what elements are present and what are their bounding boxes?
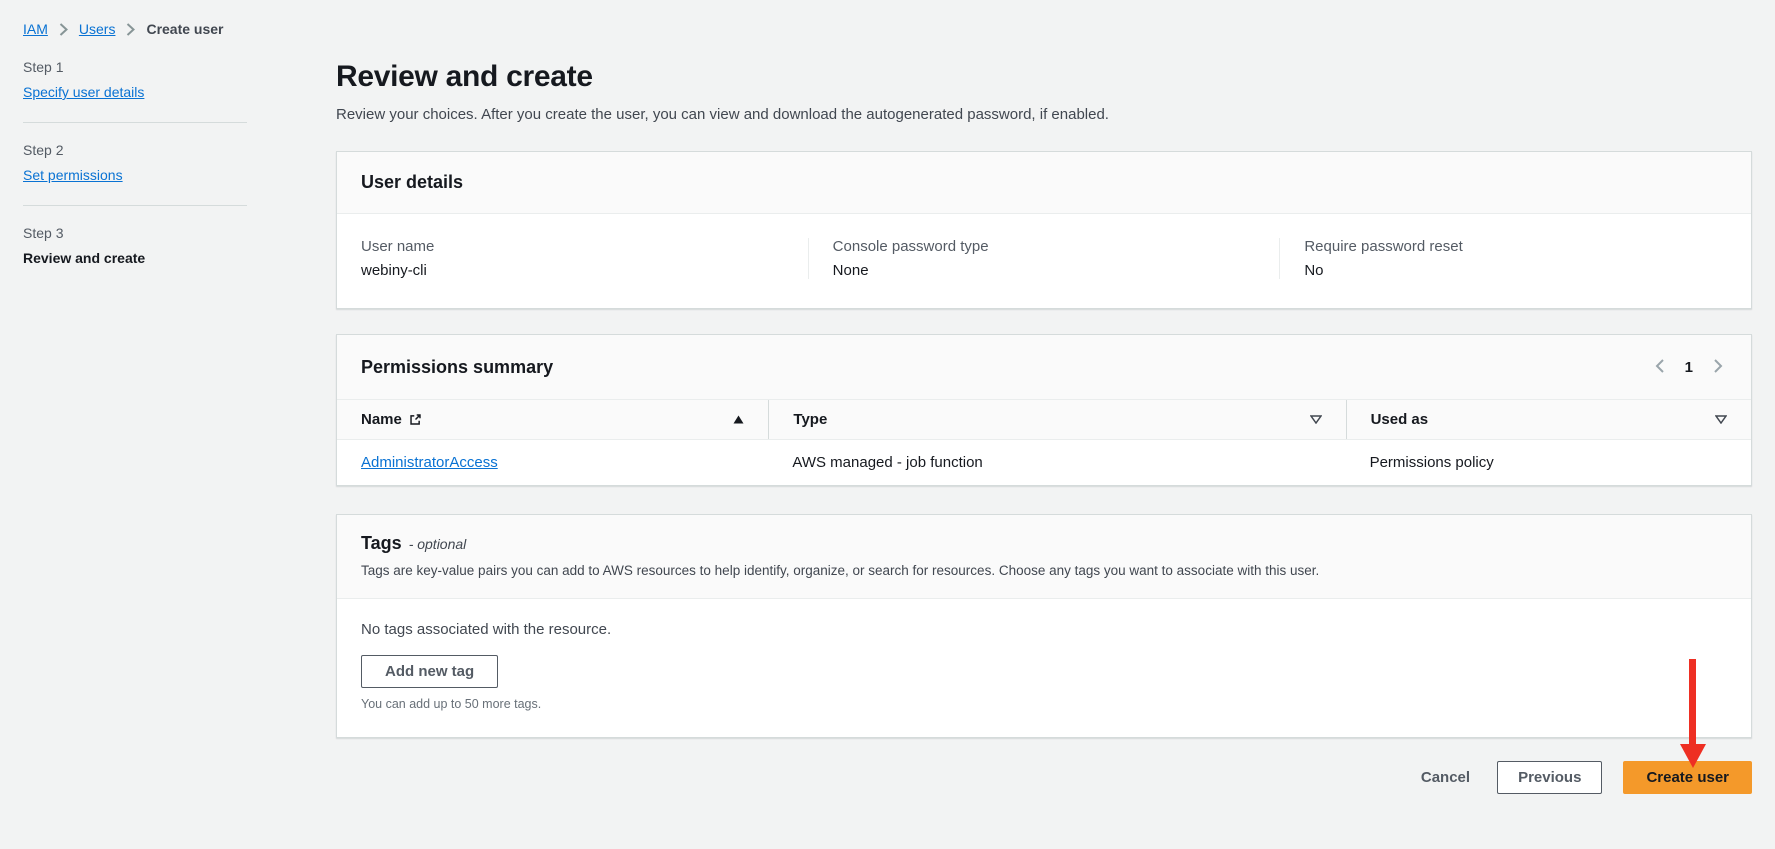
step-2-block: Step 2 Set permissions (23, 122, 247, 205)
filter-dropdown-icon[interactable] (1310, 415, 1322, 424)
tags-empty-text: No tags associated with the resource. (361, 621, 1727, 638)
chevron-left-icon (1653, 358, 1667, 377)
breadcrumb-current: Create user (146, 21, 223, 37)
user-details-body: User name webiny-cli Console password ty… (337, 214, 1751, 308)
tags-limit-note: You can add up to 50 more tags. (361, 697, 1727, 711)
permissions-summary-card: Permissions summary 1 Name (336, 334, 1752, 486)
main-content: Review and create Review your choices. A… (336, 58, 1752, 794)
column-header-used-as[interactable]: Used as (1346, 400, 1751, 439)
tags-header: Tags - optional Tags are key-value pairs… (337, 515, 1751, 599)
page-title: Review and create (336, 58, 1752, 96)
page-description: Review your choices. After you create th… (336, 106, 1752, 123)
chevron-right-icon (126, 23, 135, 36)
permissions-summary-header: Permissions summary 1 (337, 335, 1751, 399)
user-details-header: User details (337, 152, 1751, 214)
policy-type-cell: AWS managed - job function (768, 440, 1345, 485)
policy-name-cell: AdministratorAccess (337, 440, 768, 485)
table-row: AdministratorAccess AWS managed - job fu… (337, 440, 1751, 485)
console-password-type-label: Console password type (833, 238, 1256, 255)
permissions-summary-title: Permissions summary (361, 357, 553, 378)
column-header-name[interactable]: Name (337, 400, 768, 439)
require-password-reset-field: Require password reset No (1279, 238, 1751, 279)
step-3-label: Step 3 (23, 225, 247, 241)
column-header-type[interactable]: Type (768, 400, 1345, 439)
step-2-label: Step 2 (23, 142, 247, 158)
step-1-block: Step 1 Specify user details (23, 57, 247, 122)
user-name-label: User name (361, 238, 784, 255)
sort-ascending-icon[interactable] (733, 415, 744, 424)
step-2-link-set-permissions[interactable]: Set permissions (23, 167, 123, 183)
breadcrumb-link-users[interactable]: Users (79, 21, 116, 37)
tags-optional-suffix: - optional (409, 536, 467, 552)
pagination-next-button[interactable] (1709, 356, 1727, 379)
user-name-field: User name webiny-cli (337, 238, 808, 279)
require-password-reset-value: No (1304, 262, 1727, 279)
step-3-block: Step 3 Review and create (23, 205, 247, 288)
column-type-label: Type (793, 411, 827, 428)
cancel-button[interactable]: Cancel (1415, 762, 1476, 793)
permissions-table-header: Name Type (337, 399, 1751, 440)
column-name-label: Name (361, 411, 402, 428)
chevron-right-icon (1711, 358, 1725, 377)
previous-button[interactable]: Previous (1497, 761, 1602, 794)
chevron-right-icon (59, 23, 68, 36)
user-details-card: User details User name webiny-cli Consol… (336, 151, 1752, 309)
external-link-icon (409, 413, 422, 426)
breadcrumb-link-iam[interactable]: IAM (23, 21, 48, 37)
pagination-current-page[interactable]: 1 (1685, 359, 1693, 376)
pagination-previous-button[interactable] (1651, 356, 1669, 379)
console-password-type-field: Console password type None (808, 238, 1280, 279)
require-password-reset-label: Require password reset (1304, 238, 1727, 255)
step-1-label: Step 1 (23, 59, 247, 75)
pagination: 1 (1651, 356, 1727, 379)
user-name-value: webiny-cli (361, 262, 784, 279)
wizard-footer-actions: Cancel Previous Create user (336, 761, 1752, 794)
step-3-current-review-and-create: Review and create (23, 250, 145, 266)
user-details-title: User details (361, 172, 1727, 193)
tags-description: Tags are key-value pairs you can add to … (361, 563, 1727, 578)
breadcrumb: IAM Users Create user (23, 21, 224, 37)
tags-body: No tags associated with the resource. Ad… (337, 599, 1751, 737)
column-used-as-label: Used as (1371, 411, 1429, 428)
console-password-type-value: None (833, 262, 1256, 279)
tags-title: Tags (361, 533, 402, 554)
step-1-link-specify-user-details[interactable]: Specify user details (23, 84, 144, 100)
create-user-button[interactable]: Create user (1623, 761, 1752, 794)
tags-card: Tags - optional Tags are key-value pairs… (336, 514, 1752, 738)
policy-used-as-cell: Permissions policy (1346, 440, 1751, 485)
filter-dropdown-icon[interactable] (1715, 415, 1727, 424)
add-new-tag-button[interactable]: Add new tag (361, 655, 498, 688)
policy-link-administratoraccess[interactable]: AdministratorAccess (361, 454, 498, 471)
wizard-steps-sidebar: Step 1 Specify user details Step 2 Set p… (23, 57, 247, 288)
